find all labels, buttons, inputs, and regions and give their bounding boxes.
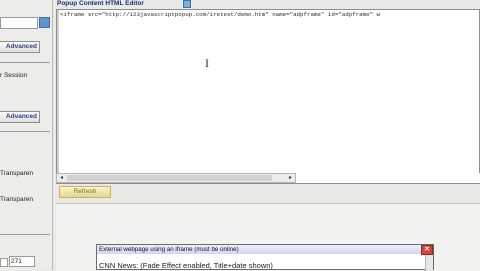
horizontal-scrollbar[interactable]: ◂ ▸ [56, 173, 296, 183]
transparent-label-2: Transparen [0, 196, 33, 203]
left-divider-3 [0, 234, 50, 235]
number-field[interactable]: 271 [9, 256, 35, 267]
help-icon[interactable] [183, 0, 191, 8]
scroll-right-icon[interactable]: ▸ [286, 174, 295, 182]
color-picker-icon[interactable] [39, 17, 50, 28]
refresh-button[interactable]: Refresh [59, 186, 111, 198]
html-editor-textarea[interactable]: <iframe src="http://123javascriptpopup.c… [56, 9, 480, 184]
editor-title: Popup Content HTML Editor [57, 0, 144, 7]
editor-bottom-area [296, 173, 480, 183]
editor-content: <iframe src="http://123javascriptpopup.c… [60, 11, 381, 18]
session-label: r Session [0, 72, 28, 79]
transparent-label-1: Transparen [0, 170, 33, 177]
left-small-input[interactable] [0, 258, 8, 267]
text-cursor-icon: I [205, 56, 209, 70]
advanced-button-2[interactable]: Advanced [0, 111, 40, 123]
left-settings-panel: Advanced r Session Advanced Transparen T… [0, 0, 53, 270]
popup-scrollbar[interactable] [425, 255, 433, 271]
scrollbar-thumb[interactable] [67, 175, 272, 181]
advanced-button-1[interactable]: Advanced [0, 41, 40, 53]
editor-gutter [57, 10, 59, 175]
scroll-left-icon[interactable]: ◂ [57, 174, 66, 182]
left-divider-1 [0, 62, 50, 63]
popup-preview-window: External webpage using an iframe (must b… [96, 244, 434, 271]
left-text-input[interactable] [0, 17, 38, 29]
left-divider-2 [0, 131, 50, 132]
close-icon[interactable]: ✕ [421, 245, 433, 255]
popup-body-text: CNN News: (Fade Effect enabled, Title+da… [99, 261, 273, 270]
popup-title-bar[interactable]: External webpage using an iframe (must b… [97, 245, 421, 254]
